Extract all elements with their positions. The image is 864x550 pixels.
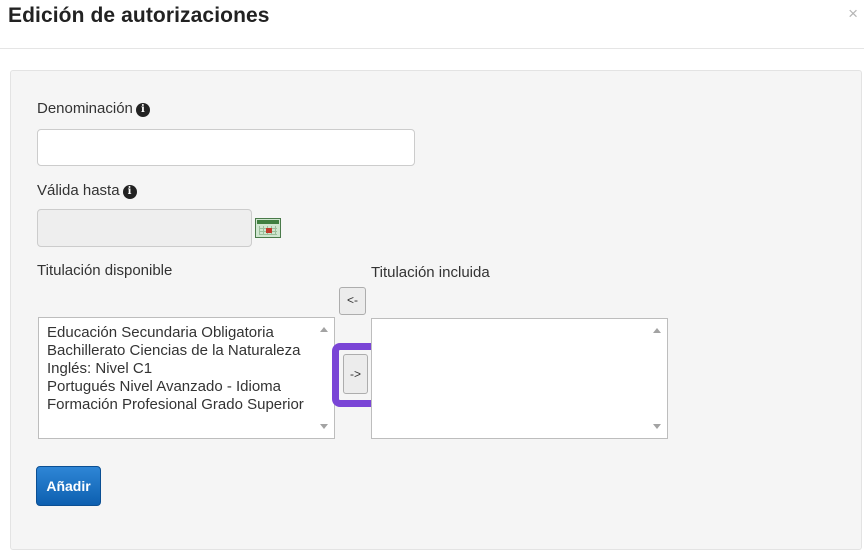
list-item[interactable]: Formación Profesional Grado Superior	[39, 396, 334, 414]
titulacion-disponible-items: Educación Secundaria Obligatoria Bachill…	[39, 318, 334, 414]
denominacion-label-text: Denominación	[37, 100, 133, 117]
info-icon[interactable]: i	[122, 185, 137, 199]
list-item[interactable]: Inglés: Nivel C1	[39, 360, 334, 378]
list-item[interactable]: Portugués Nivel Avanzado - Idioma	[39, 378, 334, 396]
titulacion-incluida-label: Titulación incluida	[371, 264, 490, 281]
denominacion-input[interactable]	[37, 129, 415, 166]
move-right-button[interactable]: ->	[343, 354, 368, 394]
denominacion-label: Denominación i	[37, 100, 150, 117]
scrollbar[interactable]	[649, 319, 667, 438]
calendar-icon[interactable]	[255, 218, 281, 238]
move-left-button[interactable]: <-	[339, 287, 366, 315]
valida-hasta-label-text: Válida hasta	[37, 182, 120, 199]
modal-header: Edición de autorizaciones ×	[0, 0, 864, 49]
valida-hasta-input[interactable]	[37, 209, 252, 247]
add-button[interactable]: Añadir	[36, 466, 101, 506]
modal-title: Edición de autorizaciones	[8, 4, 270, 27]
titulacion-disponible-label: Titulación disponible	[37, 262, 173, 279]
scroll-up-icon[interactable]	[320, 327, 328, 332]
calendar-icon-today-mark	[266, 228, 272, 233]
list-item[interactable]: Educación Secundaria Obligatoria	[39, 324, 334, 342]
scrollbar[interactable]	[316, 318, 334, 438]
scroll-down-icon[interactable]	[653, 424, 661, 429]
scroll-down-icon[interactable]	[320, 424, 328, 429]
calendar-icon-header	[257, 220, 279, 224]
info-icon[interactable]: i	[135, 103, 150, 117]
valida-hasta-label: Válida hasta i	[37, 182, 137, 199]
close-icon[interactable]: ×	[848, 5, 858, 22]
scroll-up-icon[interactable]	[653, 328, 661, 333]
titulacion-incluida-list[interactable]	[371, 318, 668, 439]
titulacion-disponible-list[interactable]: Educación Secundaria Obligatoria Bachill…	[38, 317, 335, 439]
list-item[interactable]: Bachillerato Ciencias de la Naturaleza	[39, 342, 334, 360]
